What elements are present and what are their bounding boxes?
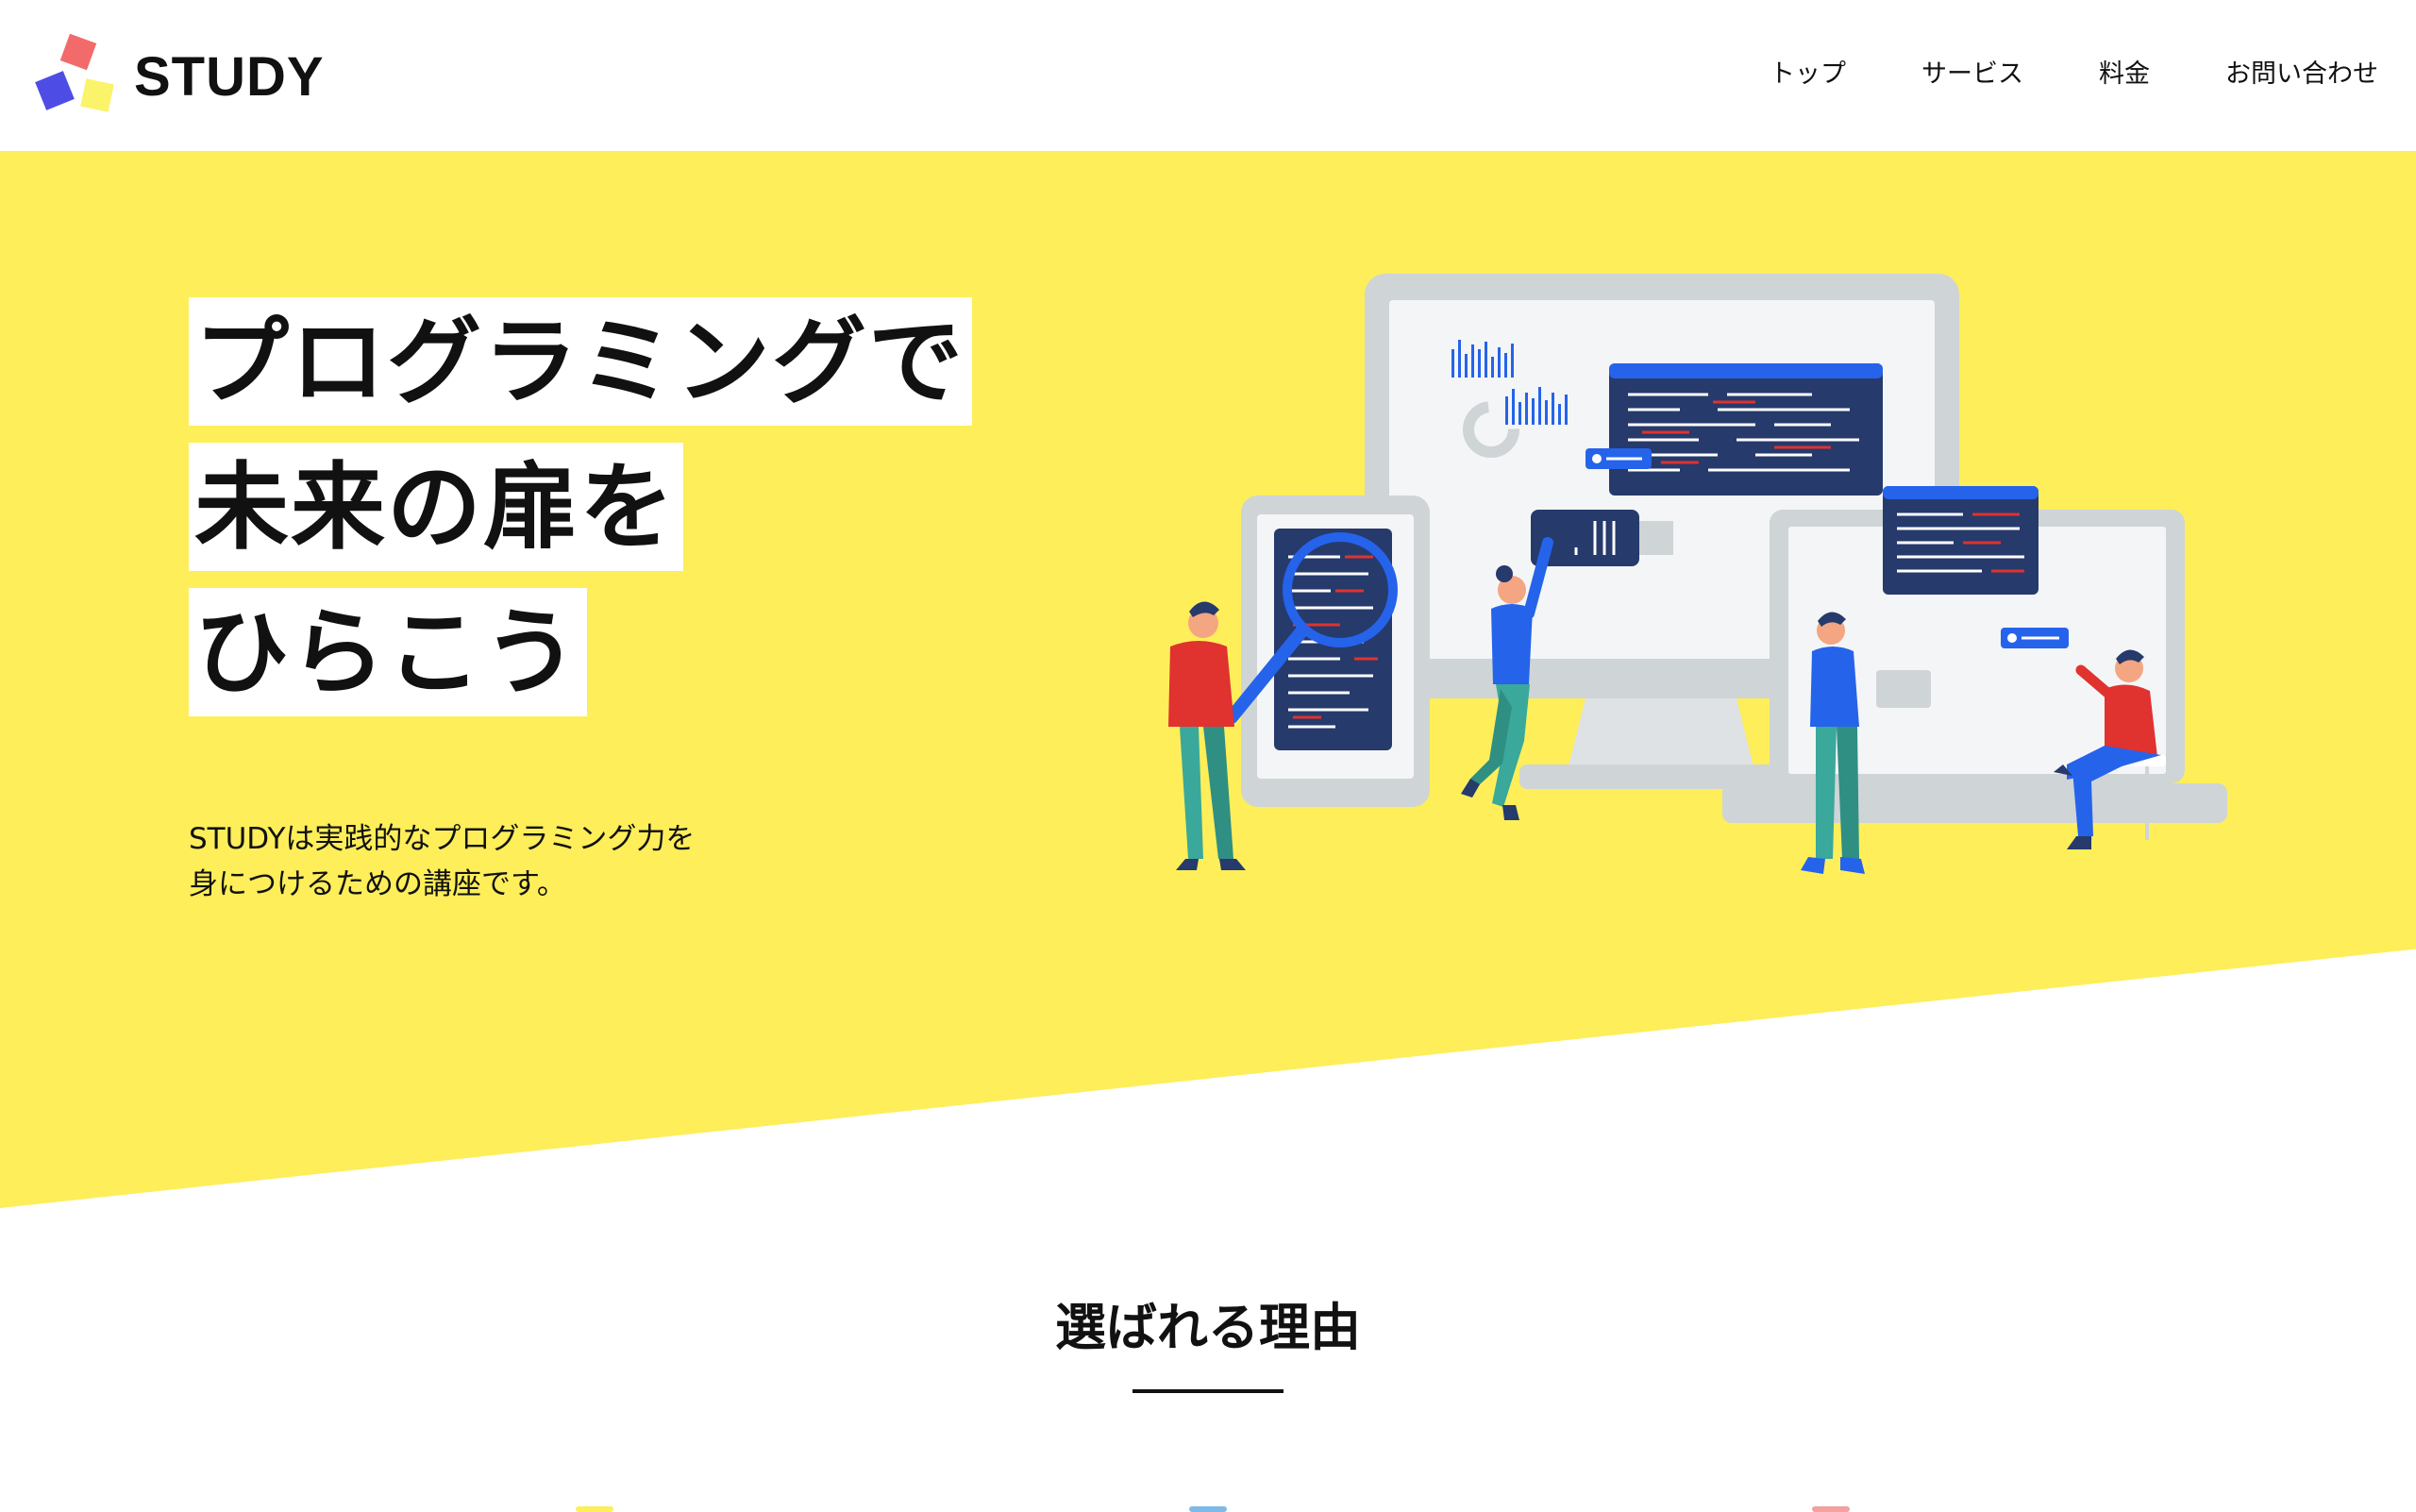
headline-line-3: ひらこう	[189, 588, 587, 716]
laptop-icon	[1722, 486, 2227, 823]
feature-icon-partial	[1812, 1506, 1850, 1512]
nav-item-pricing[interactable]: 料金	[2099, 53, 2150, 90]
hero-illustration	[1168, 274, 2227, 874]
nav-item-top[interactable]: トップ	[1770, 53, 1846, 90]
person-magnifier-icon	[1168, 601, 1246, 870]
site-header: STUDY トップ サービス 料金 お問い合わせ	[0, 0, 2416, 151]
feature-icon-partial	[1189, 1506, 1227, 1512]
hero-section: プログラミングで 未来の扉を ひらこう STUDYは実践的なプログラミング力を …	[0, 151, 2416, 1208]
lead-line-2: 身につけるための講座です。	[189, 867, 566, 901]
global-nav: トップ サービス 料金 お問い合わせ	[1770, 53, 2378, 90]
feature-icon-partial	[576, 1506, 613, 1512]
lead-line-1: STUDYは実践的なプログラミング力を	[189, 822, 696, 856]
hero-lead: STUDYは実践的なプログラミング力を 身につけるための講座です。	[189, 816, 695, 907]
section-title-underline	[1132, 1389, 1284, 1393]
nav-item-service[interactable]: サービス	[1921, 53, 2023, 90]
hero-headline: プログラミングで 未来の扉を ひらこう	[189, 297, 972, 733]
logo-text: STUDY	[134, 45, 325, 108]
tablet-icon	[1225, 496, 1430, 807]
headline-line-1: プログラミングで	[189, 297, 972, 426]
logo[interactable]: STUDY	[35, 33, 325, 119]
nav-item-contact[interactable]: お問い合わせ	[2225, 53, 2378, 90]
logo-mark-icon	[35, 33, 117, 117]
headline-line-2: 未来の扉を	[189, 443, 683, 571]
section-title-reasons: 選ばれる理由	[1055, 1298, 1361, 1357]
